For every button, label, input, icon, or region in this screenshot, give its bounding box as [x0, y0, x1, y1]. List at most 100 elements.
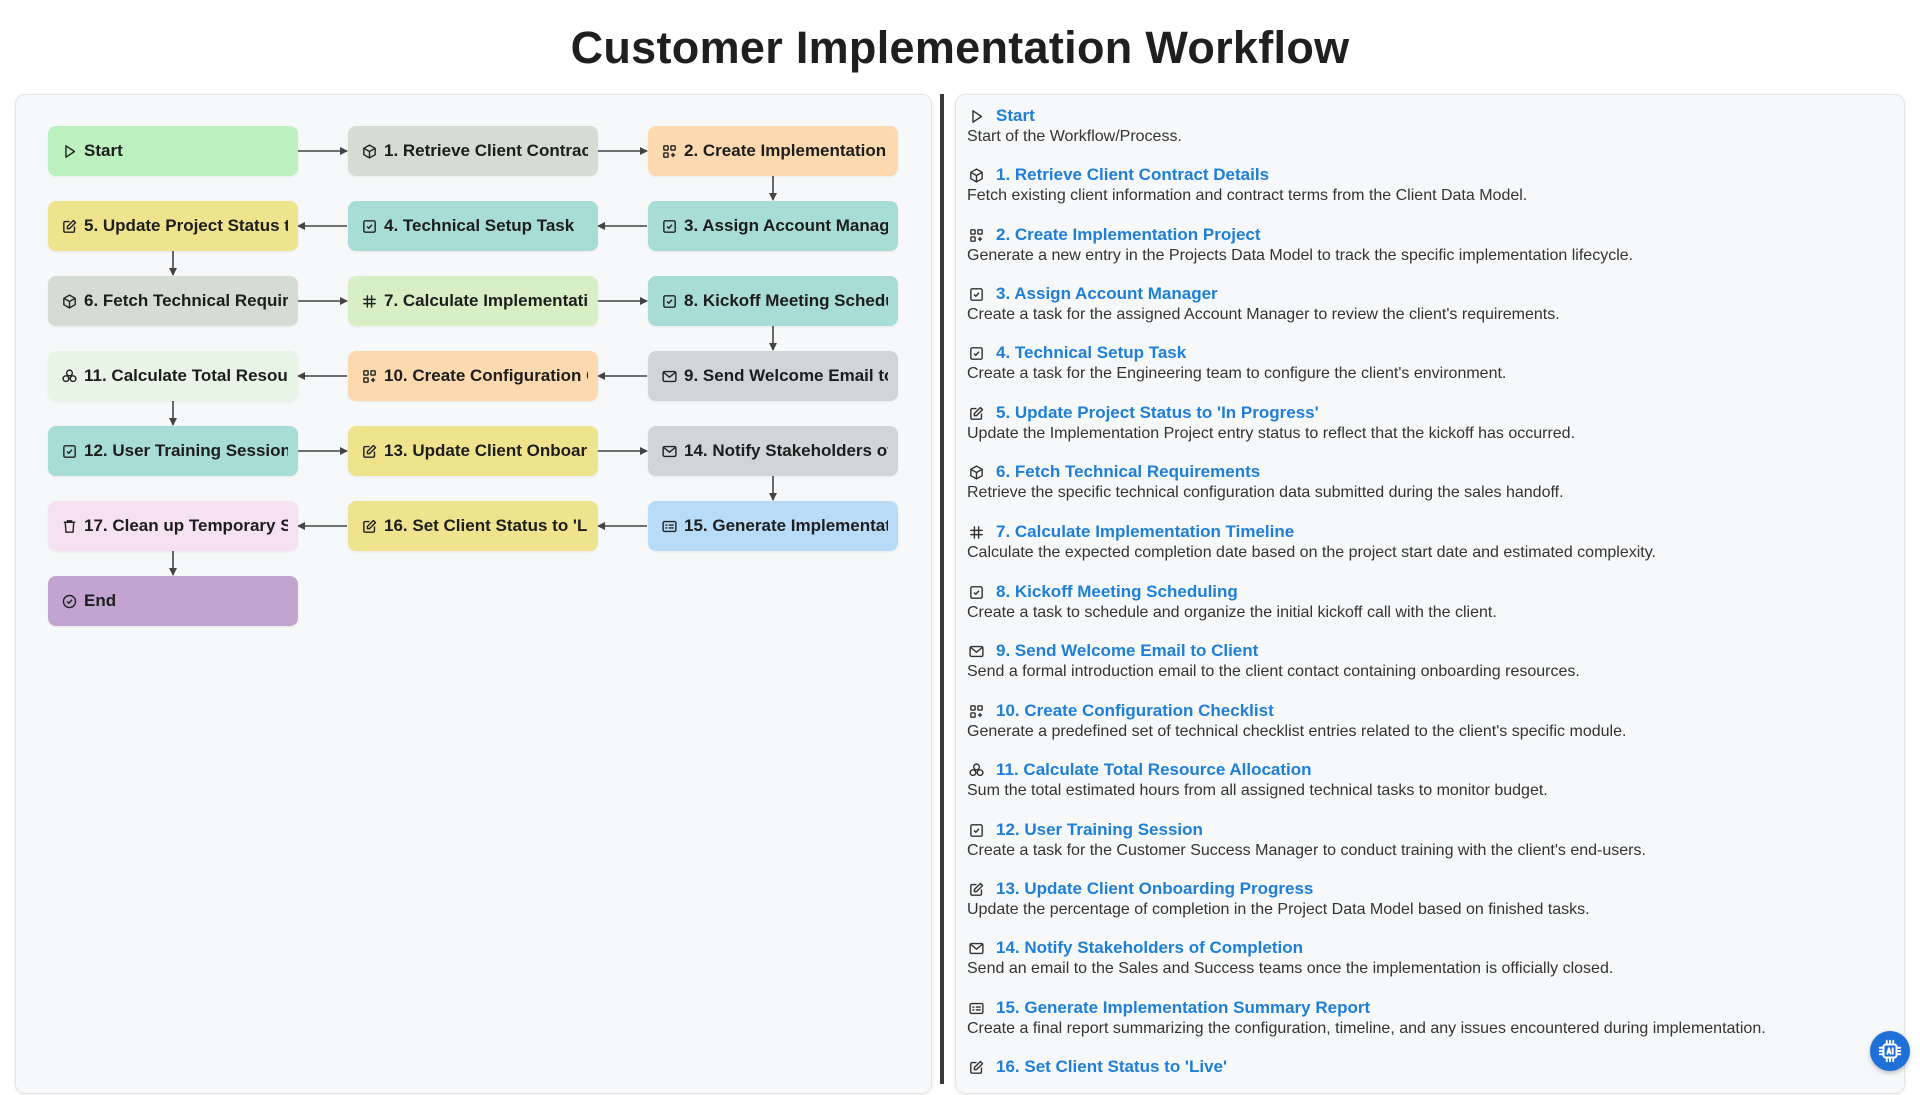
detail-item-5: 5. Update Project Status to 'In Progress…: [967, 402, 1897, 444]
detail-title-link[interactable]: 14. Notify Stakeholders of Completion: [996, 938, 1303, 958]
detail-description: Send a formal introduction email to the …: [967, 663, 1580, 680]
hash-icon: [360, 292, 378, 310]
detail-description: Calculate the expected completion date b…: [967, 544, 1656, 561]
detail-description: Update the percentage of completion in t…: [967, 901, 1590, 918]
detail-title-link[interactable]: 1. Retrieve Client Contract Details: [996, 165, 1269, 185]
cube-icon: [360, 142, 378, 160]
stack-icon: [60, 367, 78, 385]
detail-description: Create a final report summarizing the co…: [967, 1020, 1766, 1037]
detail-description: Start of the Workflow/Process.: [967, 128, 1182, 145]
flow-node-3[interactable]: 3. Assign Account Manager: [648, 201, 898, 251]
edit-icon: [60, 217, 78, 235]
detail-item-1: 1. Retrieve Client Contract Details Fetc…: [967, 164, 1897, 206]
detail-item-12: 12. User Training Session Create a task …: [967, 819, 1897, 861]
detail-title-link[interactable]: 5. Update Project Status to 'In Progress…: [996, 403, 1319, 423]
page-title: Customer Implementation Workflow: [570, 22, 1350, 73]
edit-icon: [967, 880, 985, 898]
flow-node-11[interactable]: 11. Calculate Total Resourc: [48, 351, 298, 401]
flow-node-15[interactable]: 15. Generate Implementatic: [648, 501, 898, 551]
detail-title-link[interactable]: 15. Generate Implementation Summary Repo…: [996, 998, 1370, 1018]
detail-description: Fetch existing client information and co…: [967, 187, 1528, 204]
detail-item-start: Start Start of the Workflow/Process.: [967, 105, 1897, 147]
flow-node-1[interactable]: 1. Retrieve Client Contract: [348, 126, 598, 176]
detail-title-link[interactable]: Start: [996, 106, 1035, 126]
checkbox-icon: [660, 292, 678, 310]
detail-title-link[interactable]: 2. Create Implementation Project: [996, 225, 1261, 245]
trash-icon: [60, 517, 78, 535]
cube-icon: [60, 292, 78, 310]
flow-node-12[interactable]: 12. User Training Session: [48, 426, 298, 476]
flow-node-8[interactable]: 8. Kickoff Meeting Schedul: [648, 276, 898, 326]
detail-item-4: 4. Technical Setup Task Create a task fo…: [967, 342, 1897, 384]
flow-node-9[interactable]: 9. Send Welcome Email to C: [648, 351, 898, 401]
cube-icon: [967, 463, 985, 481]
flow-node-start[interactable]: Start: [48, 126, 298, 176]
workflow-details-panel: Start Start of the Workflow/Process. 1. …: [955, 94, 1905, 1094]
flow-node-17[interactable]: 17. Clean up Temporary Se: [48, 501, 298, 551]
detail-description: Generate a new entry in the Projects Dat…: [967, 247, 1634, 264]
workflow-diagram-panel: Start 1. Retrieve Client Contract 2. Cre…: [15, 94, 932, 1094]
detail-item-10: 10. Create Configuration Checklist Gener…: [967, 700, 1897, 742]
mail-icon: [967, 642, 985, 660]
detail-title-link[interactable]: 3. Assign Account Manager: [996, 284, 1218, 304]
flow-node-13[interactable]: 13. Update Client Onboardi: [348, 426, 598, 476]
mail-icon: [660, 367, 678, 385]
detail-title-link[interactable]: 6. Fetch Technical Requirements: [996, 462, 1260, 482]
detail-description: Create a task for the assigned Account M…: [967, 306, 1560, 323]
detail-description: Create a task for the Engineering team t…: [967, 365, 1507, 382]
mail-icon: [967, 939, 985, 957]
detail-description: Generate a predefined set of technical c…: [967, 723, 1627, 740]
play-icon: [60, 142, 78, 160]
detail-item-11: 11. Calculate Total Resource Allocation …: [967, 759, 1897, 801]
check-circle-icon: [60, 592, 78, 610]
detail-item-16: 16. Set Client Status to 'Live': [967, 1056, 1897, 1078]
detail-item-3: 3. Assign Account Manager Create a task …: [967, 283, 1897, 325]
stack-icon: [967, 761, 985, 779]
cube-icon: [967, 166, 985, 184]
flow-node-7[interactable]: 7. Calculate Implementation: [348, 276, 598, 326]
edit-icon: [967, 1058, 985, 1076]
detail-title-link[interactable]: 4. Technical Setup Task: [996, 343, 1186, 363]
report-icon: [967, 999, 985, 1017]
grid-plus-icon: [360, 367, 378, 385]
checkbox-icon: [967, 285, 985, 303]
detail-item-6: 6. Fetch Technical Requirements Retrieve…: [967, 461, 1897, 503]
flow-node-end[interactable]: End: [48, 576, 298, 626]
play-icon: [967, 107, 985, 125]
flow-node-14[interactable]: 14. Notify Stakeholders of C: [648, 426, 898, 476]
flow-node-4[interactable]: 4. Technical Setup Task: [348, 201, 598, 251]
detail-title-link[interactable]: 13. Update Client Onboarding Progress: [996, 879, 1313, 899]
checkbox-icon: [967, 344, 985, 362]
checkbox-icon: [360, 217, 378, 235]
hash-icon: [967, 523, 985, 541]
assistant-button[interactable]: [1870, 1031, 1910, 1071]
detail-title-link[interactable]: 9. Send Welcome Email to Client: [996, 641, 1258, 661]
detail-description: Send an email to the Sales and Success t…: [967, 960, 1614, 977]
panel-divider[interactable]: [940, 94, 944, 1084]
detail-item-2: 2. Create Implementation Project Generat…: [967, 224, 1897, 266]
detail-item-15: 15. Generate Implementation Summary Repo…: [967, 997, 1897, 1039]
flow-node-2[interactable]: 2. Create Implementation P: [648, 126, 898, 176]
detail-description: Sum the total estimated hours from all a…: [967, 782, 1548, 799]
chip-icon: [1877, 1038, 1903, 1064]
detail-description: Create a task for the Customer Success M…: [967, 842, 1646, 859]
flow-node-6[interactable]: 6. Fetch Technical Requirer: [48, 276, 298, 326]
detail-title-link[interactable]: 7. Calculate Implementation Timeline: [996, 522, 1294, 542]
flow-node-16[interactable]: 16. Set Client Status to 'Liv: [348, 501, 598, 551]
edit-icon: [967, 404, 985, 422]
detail-title-link[interactable]: 16. Set Client Status to 'Live': [996, 1057, 1227, 1077]
grid-plus-icon: [967, 226, 985, 244]
detail-title-link[interactable]: 8. Kickoff Meeting Scheduling: [996, 582, 1238, 602]
detail-title-link[interactable]: 10. Create Configuration Checklist: [996, 701, 1274, 721]
detail-title-link[interactable]: 11. Calculate Total Resource Allocation: [996, 760, 1312, 780]
flow-node-5[interactable]: 5. Update Project Status to: [48, 201, 298, 251]
flow-node-10[interactable]: 10. Create Configuration Ch: [348, 351, 598, 401]
report-icon: [660, 517, 678, 535]
detail-item-13: 13. Update Client Onboarding Progress Up…: [967, 878, 1897, 920]
checkbox-icon: [967, 821, 985, 839]
checkbox-icon: [60, 442, 78, 460]
detail-description: Retrieve the specific technical configur…: [967, 484, 1564, 501]
detail-title-link[interactable]: 12. User Training Session: [996, 820, 1203, 840]
detail-description: Update the Implementation Project entry …: [967, 425, 1576, 442]
mail-icon: [660, 442, 678, 460]
